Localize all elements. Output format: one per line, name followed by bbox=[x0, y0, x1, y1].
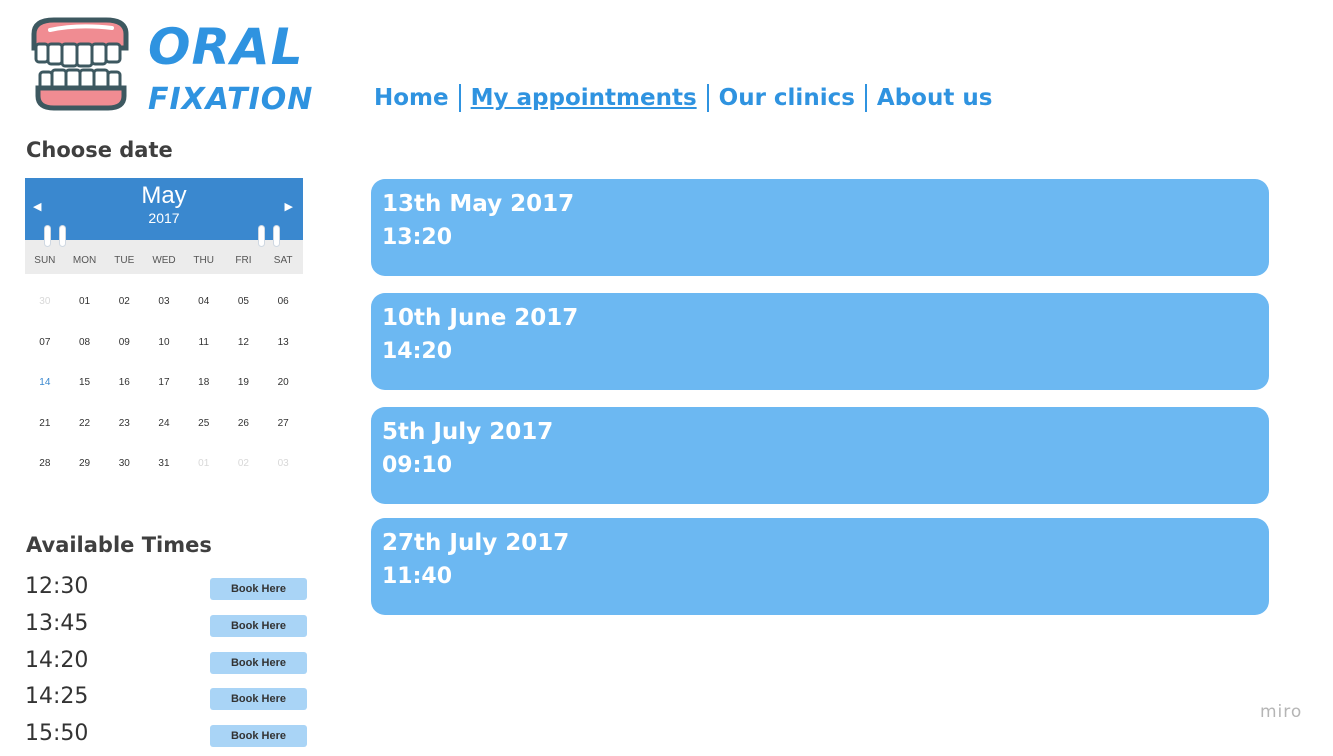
appointment-date: 10th June 2017 bbox=[382, 305, 579, 331]
calendar-day[interactable]: 27 bbox=[263, 404, 303, 445]
time-slot-row: 14:25 Book Here bbox=[25, 682, 310, 719]
weekday-label: SAT bbox=[273, 254, 293, 266]
appointment-card[interactable]: 27th July 2017 11:40 bbox=[371, 518, 1269, 615]
calendar-day[interactable]: 17 bbox=[144, 363, 184, 404]
book-here-button[interactable]: Book Here bbox=[210, 725, 307, 748]
choose-date-heading: Choose date bbox=[26, 138, 173, 162]
calendar-day[interactable]: 29 bbox=[65, 444, 105, 485]
calendar-day[interactable]: 10 bbox=[144, 323, 184, 364]
book-here-button[interactable]: Book Here bbox=[210, 614, 307, 637]
calendar-day[interactable]: 20 bbox=[263, 363, 303, 404]
calendar-day[interactable]: 11 bbox=[184, 323, 224, 364]
calendar-days: 30 01 02 03 04 05 06 07 08 09 10 11 12 13 14 15 16 17 18 19… bbox=[25, 274, 303, 485]
appointment-card[interactable]: 13th May 2017 13:20 bbox=[371, 179, 1269, 276]
weekday-label: TUE bbox=[114, 254, 135, 266]
calendar-day[interactable]: 12 bbox=[224, 323, 264, 364]
appointment-time: 09:10 bbox=[382, 453, 453, 478]
binder-ring-icon bbox=[274, 226, 279, 246]
brand-line-1: ORAL bbox=[148, 18, 304, 76]
calendar-day[interactable]: 24 bbox=[144, 404, 184, 445]
calendar-day[interactable]: 08 bbox=[65, 323, 105, 364]
available-times-list: 12:30 Book Here 13:45 Book Here 14:20 Book He… bbox=[25, 572, 310, 756]
nav-home[interactable]: Home bbox=[364, 84, 459, 112]
calendar-day[interactable]: 14 bbox=[25, 363, 65, 404]
binder-ring-icon bbox=[60, 226, 65, 246]
time-slot-label: 14:20 bbox=[25, 647, 89, 673]
appointment-date: 27th July 2017 bbox=[382, 530, 570, 556]
appointment-time: 13:20 bbox=[382, 225, 453, 250]
calendar-year: 2017 bbox=[148, 210, 180, 226]
calendar-day[interactable]: 31 bbox=[144, 444, 184, 485]
weekday-label: SUN bbox=[34, 254, 56, 266]
appointment-time: 14:20 bbox=[382, 339, 453, 364]
weekday-label: FRI bbox=[235, 254, 252, 266]
calendar-month: May bbox=[141, 182, 187, 209]
calendar-day[interactable]: 07 bbox=[25, 323, 65, 364]
calendar-day[interactable]: 01 bbox=[65, 282, 105, 323]
weekday-label: WED bbox=[152, 254, 176, 266]
calendar-day: 02 bbox=[237, 458, 249, 469]
calendar-day[interactable]: 02 bbox=[104, 282, 144, 323]
book-here-button[interactable]: Book Here bbox=[210, 651, 307, 674]
calendar-day: 30 bbox=[39, 296, 51, 307]
time-slot-row: 15:50 Book Here bbox=[25, 719, 310, 756]
calendar-day[interactable]: 09 bbox=[104, 323, 144, 364]
calendar-day[interactable]: 03 bbox=[144, 282, 184, 323]
time-slot-row: 13:45 Book Here bbox=[25, 609, 310, 646]
weekday-label: THU bbox=[193, 254, 214, 266]
calendar-day: 01 bbox=[198, 458, 210, 469]
calendar-day[interactable]: 28 bbox=[25, 444, 65, 485]
calendar-day[interactable]: 04 bbox=[184, 282, 224, 323]
binder-ring-icon bbox=[45, 226, 50, 246]
brand-line-2: FIXATION bbox=[148, 82, 314, 117]
calendar-day[interactable]: 25 bbox=[184, 404, 224, 445]
appointment-date: 5th July 2017 bbox=[382, 419, 554, 445]
calendar-day[interactable]: 06 bbox=[263, 282, 303, 323]
calendar-day: 03 bbox=[277, 458, 289, 469]
time-slot-label: 12:30 bbox=[25, 574, 89, 599]
nav-my-appointments[interactable]: My appointments bbox=[461, 84, 707, 112]
time-slot-label: 15:50 bbox=[25, 721, 89, 747]
appointment-card[interactable]: 5th July 2017 09:10 bbox=[371, 407, 1269, 504]
nav-our-clinics[interactable]: Our clinics bbox=[709, 84, 865, 112]
book-here-button[interactable]: Book Here bbox=[210, 688, 307, 711]
available-times-heading: Available Times bbox=[26, 533, 212, 557]
calendar-day[interactable]: 19 bbox=[224, 363, 264, 404]
calendar-day[interactable]: 13 bbox=[263, 323, 303, 364]
calendar-day[interactable]: 18 bbox=[184, 363, 224, 404]
time-slot-label: 14:25 bbox=[25, 684, 89, 710]
appointment-card[interactable]: 10th June 2017 14:20 bbox=[371, 293, 1269, 390]
time-slot-row: 14:20 Book Here bbox=[25, 646, 310, 683]
time-slot-row: 12:30 Book Here bbox=[25, 572, 310, 609]
binder-ring-icon bbox=[259, 226, 264, 246]
nav-about-us[interactable]: About us bbox=[867, 84, 1003, 112]
calendar-day[interactable]: 22 bbox=[65, 404, 105, 445]
dentures-icon bbox=[31, 17, 129, 111]
calendar-day[interactable]: 05 bbox=[224, 282, 264, 323]
calendar-header: ◀ May 2017 ▶ bbox=[25, 178, 303, 246]
time-slot-label: 13:45 bbox=[25, 610, 89, 636]
calendar-day[interactable]: 26 bbox=[224, 404, 264, 445]
appointment-time: 11:40 bbox=[382, 564, 453, 589]
weekday-label: MON bbox=[72, 254, 97, 266]
calendar-day[interactable]: 15 bbox=[65, 363, 105, 404]
main-nav: Home My appointments Our clinics About u… bbox=[364, 84, 1002, 112]
calendar-day[interactable]: 21 bbox=[25, 404, 65, 445]
calendar-day[interactable]: 16 bbox=[104, 363, 144, 404]
miro-watermark: miro bbox=[1260, 702, 1303, 722]
chevron-right-icon[interactable]: ▶ bbox=[285, 200, 293, 213]
calendar-day[interactable]: 23 bbox=[104, 404, 144, 445]
calendar: ◀ May 2017 ▶ SUN MON TUE WED THU FRI SAT… bbox=[25, 178, 303, 485]
book-here-button[interactable]: Book Here bbox=[210, 578, 307, 600]
appointment-date: 13th May 2017 bbox=[382, 191, 575, 217]
calendar-day[interactable]: 30 bbox=[104, 444, 144, 485]
